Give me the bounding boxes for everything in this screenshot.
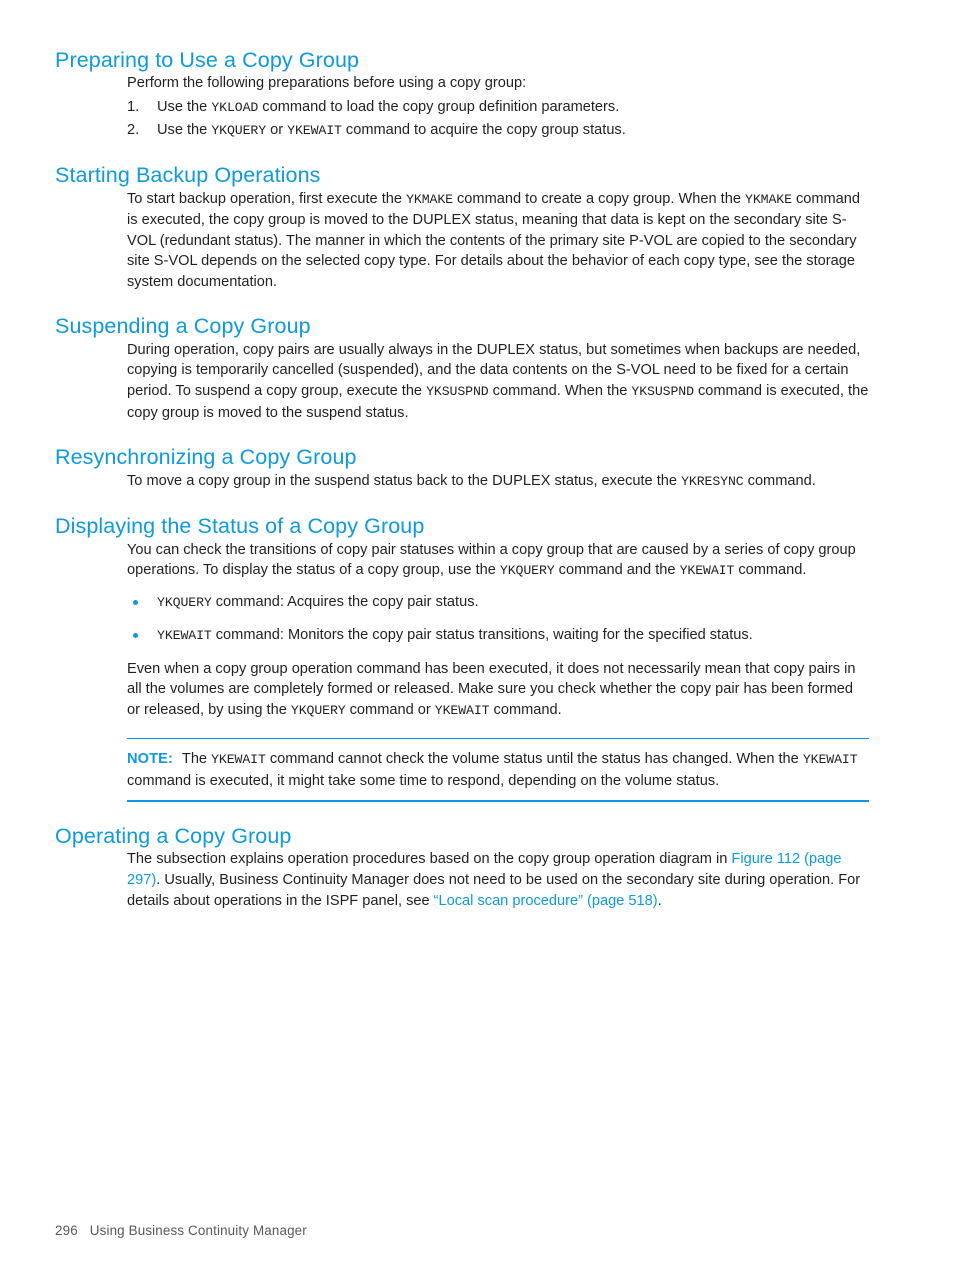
text-run: command.	[734, 562, 807, 579]
paragraph-operating: The subsection explains operation proced…	[127, 849, 869, 911]
text-run: Use the	[157, 121, 212, 138]
text-run: .	[657, 892, 662, 909]
list-item-text: YKEWAIT command: Monitors the copy pair …	[157, 627, 753, 643]
section-starting-backup-operations: Starting Backup Operations To start back…	[55, 163, 869, 292]
list-item-text: Use the YKQUERY or YKEWAIT command to ac…	[157, 122, 626, 138]
text-run: command: Monitors the copy pair status t…	[211, 627, 753, 644]
command-name: YKQUERY	[499, 563, 555, 579]
list-item: YKQUERY command: Acquires the copy pair …	[127, 592, 869, 614]
text-run: To move a copy group in the suspend stat…	[127, 472, 682, 489]
cross-reference-link[interactable]: “Local scan procedure” (page 518)	[434, 893, 658, 909]
text-run: command to create a copy group. When the	[452, 190, 745, 207]
paragraph-suspending: During operation, copy pairs are usually…	[127, 340, 869, 423]
page-footer: 296 Using Business Continuity Manager	[55, 1222, 307, 1240]
command-name: YKEWAIT	[434, 703, 490, 719]
command-name: YKSUSPND	[426, 384, 489, 400]
heading-preparing-to-use-a-copy-group: Preparing to Use a Copy Group	[55, 48, 360, 72]
command-name: YKQUERY	[211, 122, 267, 138]
command-name: YKLOAD	[211, 99, 259, 115]
text-run: command to acquire the copy group status…	[341, 121, 626, 138]
command-name: YKQUERY	[290, 703, 346, 719]
running-title: Using Business Continuity Manager	[89, 1223, 307, 1238]
body-operating: The subsection explains operation proced…	[127, 849, 869, 911]
command-name: YKMAKE	[406, 191, 453, 207]
text-run: To start backup operation, first execute…	[127, 190, 407, 207]
heading-displaying-the-status-of-a-copy-group: Displaying the Status of a Copy Group	[55, 514, 425, 539]
note-label: NOTE:	[127, 751, 173, 768]
text-run: command is executed, it might take some …	[127, 772, 720, 789]
list-item: 1. Use the YKLOAD command to load the co…	[127, 97, 869, 119]
paragraph-displaying-status-1: You can check the transitions of copy pa…	[127, 540, 869, 582]
note-admonition: NOTE: The YKEWAIT command cannot check th…	[127, 737, 869, 803]
heading-suspending-a-copy-group: Suspending a Copy Group	[55, 314, 311, 339]
heading-starting-backup-operations: Starting Backup Operations	[55, 163, 321, 188]
text-run: The	[181, 751, 212, 768]
section-preparing-to-use-a-copy-group: Preparing to Use a Copy Group Perform th…	[55, 48, 869, 141]
list-item-number: 1.	[127, 98, 140, 115]
body-preparing: Perform the following preparations befor…	[127, 73, 869, 141]
list-item-number: 2.	[127, 121, 140, 138]
note-body-text: The YKEWAIT command cannot check the vol…	[127, 751, 858, 789]
paragraph-starting-backup: To start backup operation, first execute…	[127, 189, 869, 293]
bullet-dot-icon	[133, 633, 138, 639]
command-name: YKRESYNC	[681, 473, 744, 489]
text-run: command and the	[554, 562, 680, 579]
bullet-dot-icon	[133, 599, 138, 605]
page-number: 296	[55, 1223, 78, 1238]
command-name: YKEWAIT	[679, 563, 735, 579]
document-page: Preparing to Use a Copy Group Perform th…	[0, 0, 954, 1271]
paragraph-displaying-status-2: Even when a copy group operation command…	[127, 659, 869, 722]
bullet-list-commands: YKQUERY command: Acquires the copy pair …	[127, 592, 869, 647]
page-content: Preparing to Use a Copy Group Perform th…	[55, 48, 869, 911]
text-run: command cannot check the volume status u…	[265, 751, 803, 768]
body-displaying-status: You can check the transitions of copy pa…	[127, 540, 869, 722]
body-starting-backup: To start backup operation, first execute…	[127, 189, 869, 293]
section-displaying-the-status-of-a-copy-group: Displaying the Status of a Copy Group Yo…	[55, 514, 869, 803]
list-item: YKEWAIT command: Monitors the copy pair …	[127, 625, 869, 647]
list-item-text: YKQUERY command: Acquires the copy pair …	[157, 594, 479, 610]
note-bottom-rule	[127, 800, 869, 803]
command-name: YKSUSPND	[631, 384, 694, 400]
text-run: command or	[345, 702, 435, 719]
text-run: The subsection explains operation proced…	[127, 851, 732, 868]
text-run: command.	[489, 702, 562, 719]
command-name: YKEWAIT	[287, 122, 342, 138]
command-name: YKEWAIT	[157, 628, 212, 644]
body-suspending: During operation, copy pairs are usually…	[127, 340, 869, 423]
paragraph-resynchronizing: To move a copy group in the suspend stat…	[127, 471, 869, 493]
heading-resynchronizing-a-copy-group: Resynchronizing a Copy Group	[55, 445, 357, 470]
command-name: YKEWAIT	[211, 752, 266, 768]
ordered-list-preparation-steps: 1. Use the YKLOAD command to load the co…	[127, 97, 869, 141]
section-suspending-a-copy-group: Suspending a Copy Group During operation…	[55, 314, 869, 423]
text-run: command to load the copy group definitio…	[258, 98, 620, 115]
text-run: command: Acquires the copy pair status.	[211, 593, 479, 610]
body-resynchronizing: To move a copy group in the suspend stat…	[127, 471, 869, 493]
paragraph-preparing-intro: Perform the following preparations befor…	[127, 75, 527, 92]
text-run: command. When the	[488, 383, 632, 400]
note-text: NOTE: The YKEWAIT command cannot check th…	[127, 739, 869, 800]
list-item-text: Use the YKLOAD command to load the copy …	[157, 99, 619, 115]
text-run: Use the	[157, 98, 212, 115]
list-item: 2. Use the YKQUERY or YKEWAIT command to…	[127, 120, 869, 142]
section-operating-a-copy-group: Operating a Copy Group The subsection ex…	[55, 824, 869, 911]
text-run: command.	[743, 472, 816, 489]
command-name: YKEWAIT	[802, 752, 858, 768]
command-name: YKMAKE	[745, 191, 792, 207]
text-run: or	[266, 121, 288, 138]
section-resynchronizing-a-copy-group: Resynchronizing a Copy Group To move a c…	[55, 445, 869, 492]
heading-operating-a-copy-group: Operating a Copy Group	[55, 824, 292, 849]
command-name: YKQUERY	[157, 594, 212, 610]
